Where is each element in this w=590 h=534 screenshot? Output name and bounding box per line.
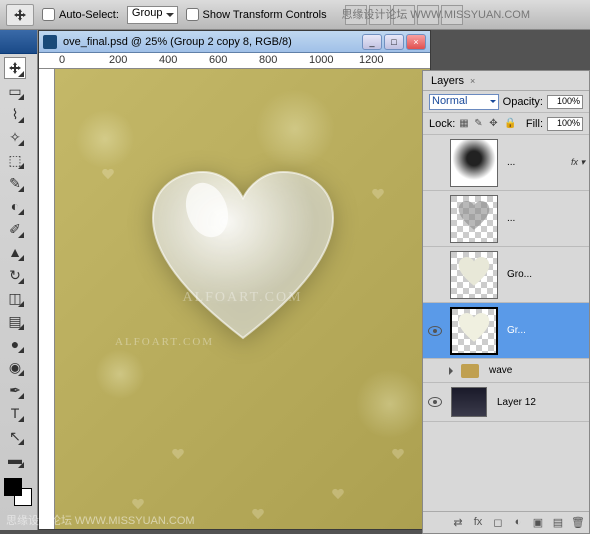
document-titlebar[interactable]: ove_final.psd @ 25% (Group 2 copy 8, RGB… (39, 31, 430, 53)
lock-transparency-icon[interactable]: ▦ (459, 118, 471, 130)
eyedropper-tool[interactable]: ✎ (4, 172, 26, 194)
lock-position-icon[interactable]: ✥ (489, 118, 501, 130)
glass-heart-artwork (143, 162, 343, 362)
layer-row[interactable]: Gro... (423, 247, 589, 303)
opacity-input[interactable]: 100% (547, 95, 583, 109)
eraser-tool[interactable]: ◫ (4, 287, 26, 309)
gradient-tool[interactable]: ▤ (4, 310, 26, 332)
toolbox: ▭ ⌇ ✧ ⬚ ✎ ◐ ✐ ▲ ↻ ◫ ▤ ● ◉ ✒ T ↖ ▬ (0, 30, 38, 530)
history-brush-tool[interactable]: ↻ (4, 264, 26, 286)
close-button[interactable]: × (406, 34, 426, 50)
maximize-button[interactable]: □ (384, 34, 404, 50)
layer-name[interactable]: ... (503, 157, 571, 168)
canvas-watermark-small: ALFOART.COM (115, 336, 214, 348)
layers-panel-footer: ⇄ fx ◻ ◐ ▣ ▤ 🗑 (423, 511, 589, 533)
layer-list: ... fx ▾ ... Gro... Gr... (423, 135, 589, 511)
layer-row[interactable]: Gr... (423, 303, 589, 359)
layer-row[interactable]: Layer 12 (423, 383, 589, 422)
crop-tool[interactable]: ⬚ (4, 149, 26, 171)
lock-all-icon[interactable]: 🔒 (504, 118, 516, 130)
eye-icon (428, 326, 442, 336)
move-tool[interactable] (4, 57, 26, 79)
layer-group-row[interactable]: wave (423, 359, 589, 383)
path-tool[interactable]: ↖ (4, 425, 26, 447)
dodge-tool[interactable]: ◉ (4, 356, 26, 378)
auto-select-label: Auto-Select: (59, 9, 119, 21)
expand-arrow-icon[interactable] (449, 367, 457, 375)
brush-tool[interactable]: ✐ (4, 218, 26, 240)
link-layers-icon[interactable]: ⇄ (451, 516, 465, 530)
canvas-area[interactable]: ALFOART.COM ALFOART.COM (55, 69, 430, 529)
adjustment-layer-icon[interactable]: ◐ (511, 516, 525, 530)
visibility-toggle[interactable] (425, 326, 445, 336)
visibility-toggle[interactable] (425, 397, 445, 407)
blend-mode-dropdown[interactable]: Normal (429, 94, 499, 110)
document-title: ove_final.psd @ 25% (Group 2 copy 8, RGB… (57, 36, 362, 48)
lock-label: Lock: (429, 118, 455, 130)
horizontal-ruler[interactable]: 0 200 400 600 800 1000 1200 (39, 53, 430, 69)
vertical-ruler[interactable] (39, 69, 55, 529)
close-tab-icon[interactable]: × (470, 76, 475, 86)
eye-icon (428, 397, 442, 407)
auto-select-checkbox[interactable]: Auto-Select: (42, 8, 119, 21)
canvas: ALFOART.COM ALFOART.COM (55, 69, 430, 529)
fill-label: Fill: (526, 118, 543, 130)
layer-thumbnail[interactable] (450, 195, 498, 243)
healing-tool[interactable]: ◐ (4, 195, 26, 217)
move-tool-indicator[interactable] (6, 4, 34, 26)
new-layer-icon[interactable]: ▤ (551, 516, 565, 530)
marquee-tool[interactable]: ▭ (4, 80, 26, 102)
fg-color-swatch[interactable] (4, 478, 22, 496)
folder-icon (461, 364, 479, 378)
layer-thumbnail[interactable] (451, 387, 487, 417)
layer-thumbnail[interactable] (450, 251, 498, 299)
opacity-label: Opacity: (503, 96, 543, 108)
layer-name[interactable]: Layer 12 (493, 397, 587, 408)
fill-input[interactable]: 100% (547, 117, 583, 131)
layer-name[interactable]: Gr... (503, 325, 587, 336)
auto-select-dropdown[interactable]: Group (127, 6, 178, 24)
layer-row[interactable]: ... (423, 191, 589, 247)
minimize-button[interactable]: _ (362, 34, 382, 50)
blend-opacity-row: Normal Opacity: 100% (423, 91, 589, 113)
lock-pixels-icon[interactable]: ✎ (474, 118, 486, 130)
wand-tool[interactable]: ✧ (4, 126, 26, 148)
show-transform-label: Show Transform Controls (203, 9, 327, 21)
canvas-watermark-main: ALFOART.COM (182, 290, 302, 306)
fx-indicator[interactable]: fx ▾ (571, 157, 585, 168)
layer-mask-icon[interactable]: ◻ (491, 516, 505, 530)
watermark-bottom: 思缘设计论坛 WWW.MISSYUAN.COM (6, 512, 195, 528)
lock-fill-row: Lock: ▦ ✎ ✥ 🔒 Fill: 100% (423, 113, 589, 135)
lasso-tool[interactable]: ⌇ (4, 103, 26, 125)
watermark-top: 思缘设计论坛 WWW.MISSYUAN.COM (341, 6, 530, 22)
move-icon (13, 8, 27, 22)
blur-tool[interactable]: ● (4, 333, 26, 355)
document-window: ove_final.psd @ 25% (Group 2 copy 8, RGB… (38, 30, 431, 530)
show-transform-checkbox[interactable]: Show Transform Controls (186, 8, 327, 21)
ps-file-icon (43, 35, 57, 49)
new-group-icon[interactable]: ▣ (531, 516, 545, 530)
options-bar: Auto-Select: Group Show Transform Contro… (0, 0, 590, 30)
type-tool[interactable]: T (4, 402, 26, 424)
layer-name[interactable]: Gro... (503, 269, 587, 280)
delete-layer-icon[interactable]: 🗑 (571, 516, 585, 530)
layer-name[interactable]: wave (485, 365, 587, 376)
color-swatches[interactable] (4, 478, 32, 506)
layer-thumbnail[interactable] (450, 139, 498, 187)
layer-row[interactable]: ... fx ▾ (423, 135, 589, 191)
layer-fx-icon[interactable]: fx (471, 516, 485, 530)
layers-panel: Layers × Normal Opacity: 100% Lock: ▦ ✎ … (422, 70, 590, 534)
layers-tab[interactable]: Layers × (423, 71, 589, 91)
pen-tool[interactable]: ✒ (4, 379, 26, 401)
layer-name[interactable]: ... (503, 213, 587, 224)
shape-tool[interactable]: ▬ (4, 448, 26, 470)
layer-thumbnail[interactable] (450, 307, 498, 355)
stamp-tool[interactable]: ▲ (4, 241, 26, 263)
toolbox-header[interactable] (0, 30, 37, 54)
